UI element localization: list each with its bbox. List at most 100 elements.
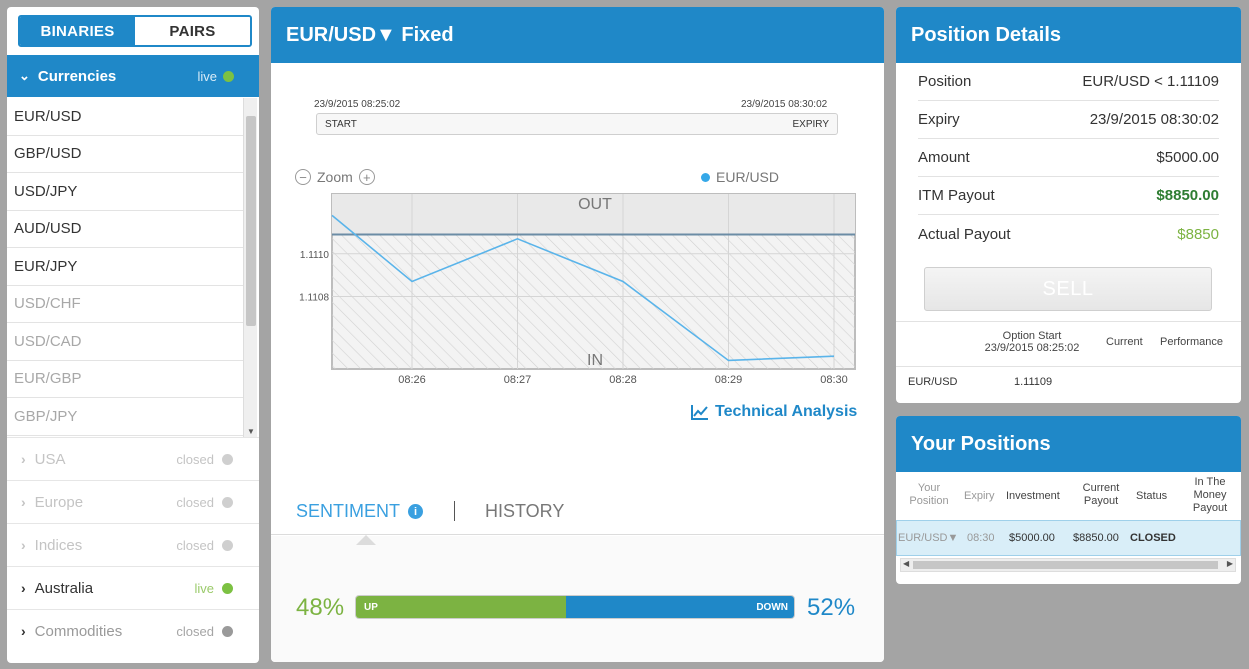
start-time: 23/9/2015 08:25:02 <box>314 99 401 110</box>
col-your-position[interactable]: Your Position <box>904 482 954 508</box>
closed-dot-icon <box>222 539 233 551</box>
currency-item[interactable]: EUR/USD <box>7 98 243 136</box>
sentiment-bar: UP DOWN <box>355 595 795 619</box>
tab-pointer <box>356 535 376 545</box>
y-tick-label: 1.1110 <box>300 250 330 261</box>
x-tick-label: 08:28 <box>609 374 637 386</box>
closed-dot-icon <box>222 453 233 465</box>
expiry-time: 23/9/2015 08:30:02 <box>741 99 828 110</box>
sentiment-up-fill: UP <box>356 596 567 618</box>
tab-divider <box>454 501 455 521</box>
chevron-right-icon: › <box>21 451 26 467</box>
col-expiry[interactable]: Expiry <box>964 490 995 503</box>
currency-item[interactable]: USD/JPY <box>7 173 243 211</box>
market-commodities[interactable]: › Commodities closed <box>7 609 259 652</box>
start-label: START <box>325 118 357 130</box>
tab-sentiment[interactable]: SENTIMENT i <box>296 501 424 522</box>
currency-list: EUR/USD GBP/USD USD/JPY AUD/USD EUR/JPY … <box>7 98 243 436</box>
market-indices[interactable]: › Indices closed <box>7 523 259 566</box>
currencies-status: live <box>197 68 217 84</box>
chevron-down-icon: ⌄ <box>19 68 30 83</box>
your-positions-title: Your Positions <box>896 416 1241 472</box>
zoom-label: Zoom <box>317 169 353 185</box>
your-positions-panel: Your Positions Your Position Expiry Inve… <box>896 416 1241 584</box>
detail-row: Expiry 23/9/2015 08:30:02 <box>918 101 1219 139</box>
currency-item[interactable]: GBP/JPY <box>7 398 243 436</box>
chevron-right-icon: › <box>21 537 26 553</box>
option-start-header: Option Start 23/9/2015 08:25:02 <box>984 330 1080 354</box>
currency-item[interactable]: AUD/USD <box>7 211 243 248</box>
pairs-tab[interactable]: PAIRS <box>135 17 250 45</box>
option-asset: EUR/USD <box>908 376 958 388</box>
currency-item[interactable]: EUR/JPY <box>7 248 243 286</box>
binaries-tab[interactable]: BINARIES <box>20 17 135 45</box>
position-details-title: Position Details <box>896 7 1241 63</box>
scrollbar-thumb[interactable] <box>913 561 1218 569</box>
chart-line-icon <box>691 405 708 420</box>
col-itm-payout[interactable]: In The Money Payout <box>1184 476 1236 515</box>
currency-item[interactable]: USD/CHF <box>7 286 243 323</box>
chart-legend: EUR/USD <box>701 169 779 185</box>
currencies-header[interactable]: ⌄ Currencies live <box>7 55 259 97</box>
scrollbar-thumb[interactable] <box>246 116 256 326</box>
row-position: EUR/USD▼ <box>898 532 959 544</box>
chevron-right-icon: › <box>21 494 26 510</box>
chevron-right-icon: › <box>21 580 26 596</box>
asset-title[interactable]: EUR/USD▼ Fixed <box>271 7 884 63</box>
option-start-value: 1.11109 <box>1014 376 1053 388</box>
trade-panel: EUR/USD▼ Fixed 23/9/2015 08:25:02 23/9/2… <box>271 7 884 662</box>
currencies-label: Currencies <box>37 67 117 85</box>
col-investment[interactable]: Investment <box>1006 490 1060 503</box>
technical-analysis-link[interactable]: Technical Analysis <box>691 403 857 421</box>
info-icon[interactable]: i <box>408 504 424 519</box>
position-details-panel: Position Details Position EUR/USD < 1.111… <box>896 7 1241 403</box>
in-zone <box>332 234 855 369</box>
currency-item[interactable]: GBP/USD <box>7 136 243 173</box>
x-tick-label: 08:27 <box>504 374 532 386</box>
option-table: Option Start 23/9/2015 08:25:02 Current P… <box>896 321 1241 403</box>
out-label: OUT <box>578 196 612 213</box>
current-header: Current <box>1106 336 1143 348</box>
x-tick-label: 08:26 <box>398 374 426 386</box>
option-timebar: START EXPIRY <box>316 113 838 135</box>
zoom-control: − Zoom + <box>295 169 375 185</box>
currency-scrollbar[interactable]: ▼ <box>243 98 257 438</box>
market-australia[interactable]: › Australia live <box>7 566 259 609</box>
table-divider <box>896 366 1241 367</box>
positions-scrollbar[interactable]: ◀ ▶ <box>900 558 1236 572</box>
col-status[interactable]: Status <box>1136 490 1167 503</box>
x-tick-label: 08:30 <box>820 374 848 386</box>
live-dot-icon <box>223 70 234 82</box>
chevron-right-icon: › <box>21 623 26 639</box>
col-current-payout[interactable]: Current Payout <box>1076 482 1126 508</box>
expiry-label: EXPIRY <box>792 118 830 130</box>
tab-history[interactable]: HISTORY <box>485 501 564 522</box>
performance-header: Performance <box>1160 336 1223 348</box>
x-tick-label: 08:29 <box>715 374 743 386</box>
zoom-in-icon[interactable]: + <box>358 169 375 185</box>
sentiment-history-tabs: SENTIMENT i HISTORY <box>271 497 884 535</box>
currency-item[interactable]: USD/CAD <box>7 323 243 361</box>
live-dot-icon <box>222 582 233 594</box>
row-status: CLOSED <box>1130 532 1176 544</box>
detail-row: ITM Payout $8850.00 <box>918 177 1219 215</box>
price-chart[interactable]: 08:26 08:27 08:28 08:29 08:30 1.1110 1.1108 OUT… <box>295 189 865 399</box>
down-percent: 52% <box>807 594 856 621</box>
scroll-right-icon[interactable]: ▶ <box>1227 559 1233 568</box>
row-expiry: 08:30 <box>967 532 995 544</box>
zoom-out-icon[interactable]: − <box>295 169 311 185</box>
market-usa[interactable]: › USA closed <box>7 437 259 480</box>
currency-item[interactable]: EUR/GBP <box>7 361 243 398</box>
market-europe[interactable]: › Europe closed <box>7 480 259 523</box>
legend-label: EUR/USD <box>716 169 780 185</box>
detail-row: Amount $5000.00 <box>918 139 1219 177</box>
scroll-left-icon[interactable]: ◀ <box>903 559 909 568</box>
row-investment: $5000.00 <box>1009 532 1055 544</box>
closed-dot-icon <box>222 625 233 637</box>
up-percent: 48% <box>296 594 345 621</box>
closed-dot-icon <box>222 496 233 508</box>
binaries-pairs-toggle: BINARIES PAIRS <box>18 15 252 47</box>
market-sidebar: BINARIES PAIRS ⌄ Currencies live EUR/USD… <box>7 7 259 663</box>
scroll-down-icon[interactable]: ▼ <box>247 427 255 436</box>
sell-button[interactable]: SELL <box>924 267 1212 311</box>
